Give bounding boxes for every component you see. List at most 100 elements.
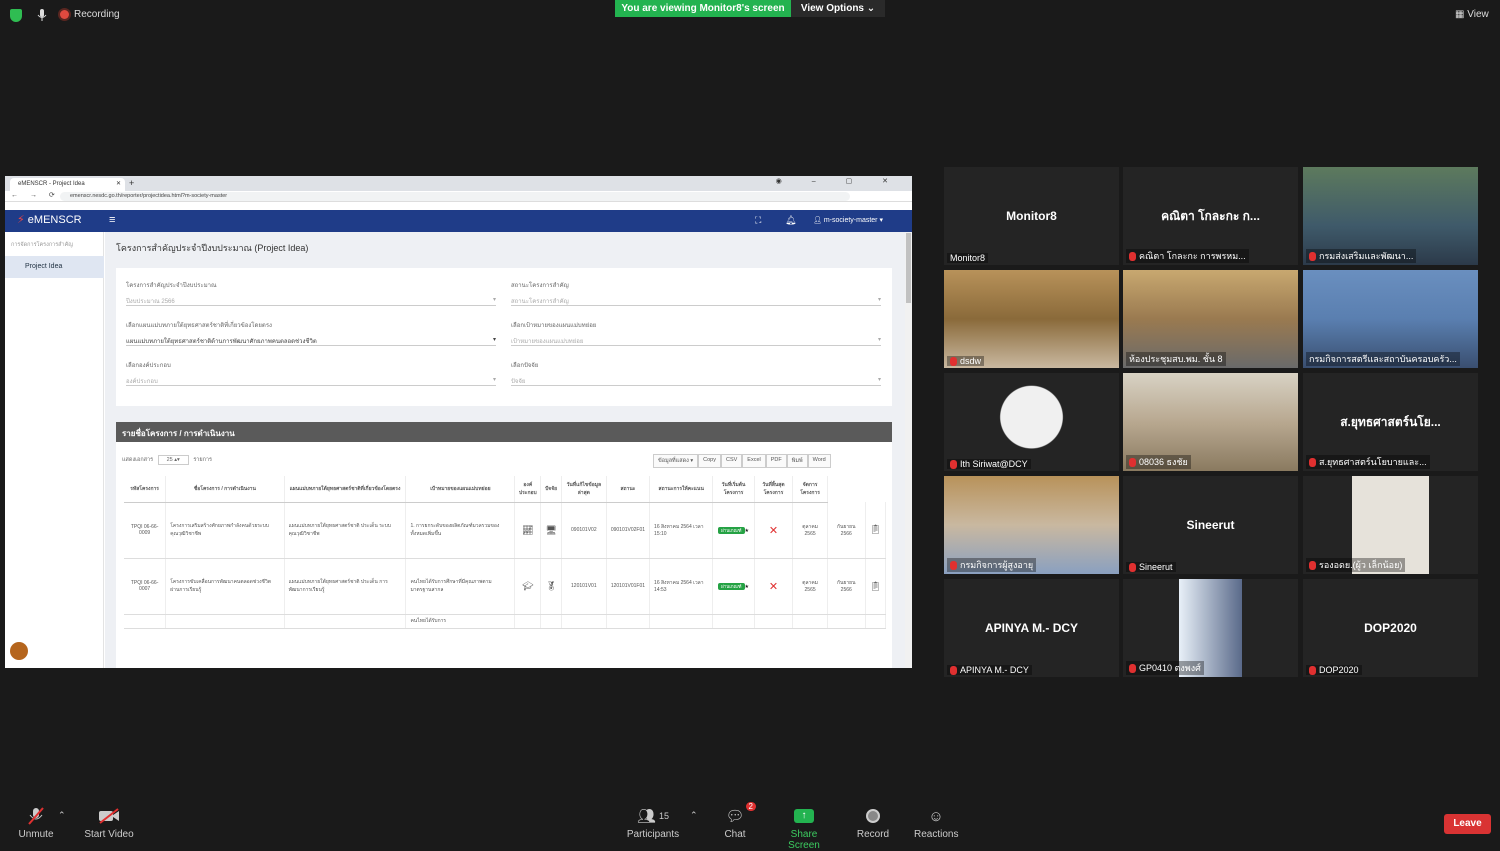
reactions-button[interactable]: ☺ Reactions	[914, 806, 958, 841]
new-tab-icon[interactable]: +	[129, 178, 134, 188]
fullscreen-icon[interactable]: ⛶	[755, 215, 761, 226]
participant-tile[interactable]: กรมกิจการผู้สูงอายุ	[944, 476, 1119, 574]
presentation-icon[interactable]: 🖥︎	[545, 525, 556, 535]
participant-tile[interactable]: DOP2020 DOP2020	[1303, 579, 1478, 677]
fiscal-year-select[interactable]: ปีงบประมาณ 2566 ▾	[126, 293, 496, 306]
participant-tile[interactable]: ห้องประชุมสบ.พม. ชั้น 8	[1123, 270, 1298, 368]
dropdown-arrow-icon: ▾	[877, 297, 881, 303]
browser-tab[interactable]: eMENSCR - Project Idea ✕	[10, 178, 125, 191]
participant-tile[interactable]: รองอดย.(ผู้ว เล็กน้อย)	[1303, 476, 1478, 574]
muted-mic-icon	[28, 807, 44, 825]
table-row[interactable]: TPQI 06-66-0007 โครงการขับเคลื่อนการพัฒนา…	[124, 558, 886, 615]
table-row[interactable]: คนไทยได้รับการ	[124, 614, 886, 629]
app-logo[interactable]: ⚡ eMENSCR	[17, 213, 82, 226]
participant-tile[interactable]: กรมส่งเสริมและพัฒนา...	[1303, 167, 1478, 265]
nav-arrows-icon[interactable]: ← → ⟳	[11, 191, 60, 199]
participants-button[interactable]: 👥︎ 15 Participants	[626, 806, 680, 840]
status-select[interactable]: สถานะโครงการสำคัญ ▾	[511, 293, 881, 306]
component-select[interactable]: องค์ประกอบ ▾	[126, 373, 496, 386]
export-button[interactable]: Excel	[742, 454, 766, 468]
participant-tile[interactable]: กรมกิจการสตรีและสถาบันครอบครัว...	[1303, 270, 1478, 368]
chat-button[interactable]: 💬︎ 2 Chat	[720, 802, 756, 840]
column-header[interactable]: สถานะการให้คะแนน	[649, 476, 714, 503]
export-button[interactable]: ข้อมูลที่แสดง ▾	[653, 454, 699, 468]
project-id: TPQI 06-66-0007	[124, 558, 167, 615]
participant-tile[interactable]: GP0410 ตงพงศ์	[1123, 579, 1298, 677]
scrollbar-thumb[interactable]	[906, 233, 911, 303]
column-header[interactable]: วันที่เริ่มต้นโครงการ	[712, 476, 755, 503]
view-button[interactable]: ▦ View	[1455, 9, 1489, 20]
export-button[interactable]: Word	[807, 454, 831, 468]
participant-name: Sineerut	[1139, 561, 1173, 572]
start-video-button[interactable]: Start Video	[83, 806, 135, 840]
factor-select[interactable]: ปัจจัย ▾	[511, 373, 881, 386]
participant-tile[interactable]: dsdw	[944, 270, 1119, 368]
project-id: TPQI 06-66-0009	[124, 502, 167, 559]
export-button-group: ข้อมูลที่แสดง ▾ Copy CSV Excel PDF พิมพ์ Word	[653, 454, 831, 468]
master-plan-select[interactable]: แผนแม่บทภายใต้ยุทธศาสตร์ชาติด้านการพัฒนา…	[126, 333, 496, 346]
column-header[interactable]: รหัสโครงการ	[124, 476, 167, 503]
leave-button[interactable]: Leave	[1444, 814, 1491, 834]
muted-mic-icon	[1309, 458, 1316, 468]
window-controls[interactable]: ◉ – ▢ ✕	[776, 177, 902, 185]
column-header[interactable]: องค์ประกอบ	[514, 476, 542, 503]
participant-tile[interactable]: 08036 ธงชัย	[1123, 373, 1298, 471]
participant-tile[interactable]: Ith Siriwat@DCY	[944, 373, 1119, 471]
participant-tile[interactable]: ส.ยุทธศาสตร์นโย... ส.ยุทธศาสตร์นโยบายและ.…	[1303, 373, 1478, 471]
table-row[interactable]: TPQI 06-66-0009 โครงการเสริมสร้างศักยภาพก…	[124, 502, 886, 559]
security-shield-icon[interactable]	[10, 9, 22, 22]
column-header[interactable]: วันที่แก้ไขข้อมูลล่าสุด	[561, 476, 607, 503]
unmute-button[interactable]: Unmute	[18, 806, 54, 840]
column-header[interactable]: เป้าหมายของแผนแม่บทย่อย	[405, 476, 516, 503]
clipboard-icon[interactable]: 📋︎	[870, 581, 881, 591]
column-header[interactable]: ชื่อโครงการ / การดำเนินงาน	[165, 476, 285, 503]
column-header[interactable]: ปัจจัย	[540, 476, 562, 503]
bell-icon[interactable]: 🔔︎	[785, 215, 796, 226]
muted-mic-icon	[1129, 252, 1136, 262]
tab-title: eMENSCR - Project Idea	[18, 181, 85, 187]
participant-name: 08036 ธงชัย	[1139, 457, 1188, 467]
participant-tile[interactable]: คณิตา โกละกะ ก... คณิตา โกละกะ การพรหม...	[1123, 167, 1298, 265]
clipboard-icon[interactable]: 📋︎	[870, 524, 881, 534]
column-header[interactable]: สถานะ	[606, 476, 651, 503]
graduation-cap-icon[interactable]: 🎓︎	[522, 581, 533, 591]
column-header[interactable]: จัดการโครงการ	[792, 476, 828, 503]
record-button[interactable]: Record	[856, 806, 890, 840]
participant-tile[interactable]: APINYA M.- DCY APINYA M.- DCY	[944, 579, 1119, 677]
column-header[interactable]: วันที่สิ้นสุดโครงการ	[754, 476, 794, 503]
page-scrollbar[interactable]	[905, 232, 912, 668]
chart-line-icon[interactable]: 📈︎	[522, 525, 533, 535]
table-cell	[561, 614, 607, 629]
close-tab-icon[interactable]: ✕	[116, 180, 121, 187]
chat-badge: 2	[745, 802, 756, 811]
participant-tile[interactable]: Sineerut Sineerut	[1123, 476, 1298, 574]
updated-code: 120101V01F01	[606, 558, 651, 615]
component-cell: 📈︎	[514, 502, 542, 559]
url-input[interactable]: emenscr.nesdc.go.th/reporter/projectidea…	[60, 192, 850, 201]
export-button[interactable]: Copy	[698, 454, 721, 468]
award-icon[interactable]: 🏅︎	[545, 581, 556, 591]
participant-video	[944, 373, 1119, 471]
audio-options-chevron-icon[interactable]: ⌃	[58, 810, 66, 821]
user-menu[interactable]: 👤︎ m-society-master ▾	[813, 216, 883, 224]
participant-tile[interactable]: Monitor8 Monitor8	[944, 167, 1119, 265]
show-count: 25	[166, 457, 173, 463]
participants-options-chevron-icon[interactable]: ⌃	[690, 810, 698, 821]
export-button[interactable]: พิมพ์	[786, 454, 808, 468]
mic-icon[interactable]	[37, 8, 47, 22]
share-screen-button[interactable]: ↑ Share Screen	[775, 806, 833, 851]
sub-plan-goal-select[interactable]: เป้าหมายของแผนแม่บทย่อย ▾	[511, 333, 881, 346]
cookie-icon[interactable]	[10, 642, 28, 660]
hamburger-menu-icon[interactable]: ≡	[109, 214, 115, 226]
cross-icon: ✕	[768, 524, 779, 537]
recording-indicator[interactable]: Recording	[60, 9, 120, 20]
sidebar-item-project-idea[interactable]: Project Idea	[5, 256, 104, 278]
page-length-select[interactable]: 25 ▴▾	[157, 455, 189, 465]
export-button[interactable]: CSV	[720, 454, 743, 468]
participant-name: รองอดย.(ผู้ว เล็กน้อย)	[1319, 560, 1403, 570]
view-options-button[interactable]: View Options ⌄	[791, 0, 885, 17]
factor-icon-cell: 🏅︎	[540, 558, 562, 615]
export-button[interactable]: PDF	[765, 454, 787, 468]
user-icon: 👤︎	[813, 217, 822, 224]
column-header[interactable]: แผนแม่บทภายใต้ยุทธศาสตร์ชาติที่เกี่ยวข้อ…	[284, 476, 407, 503]
